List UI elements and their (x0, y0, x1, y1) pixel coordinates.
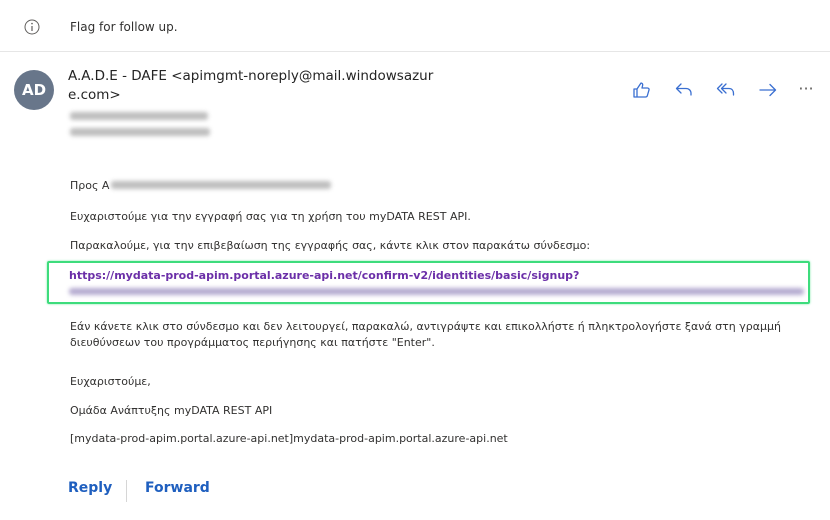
redacted-recipient-line-1 (70, 112, 208, 120)
greeting-line: Προς Α (70, 179, 109, 192)
thanks-text: Ευχαριστούμε, (70, 375, 151, 388)
reply-all-icon[interactable] (714, 78, 738, 102)
body-line-2: Παρακαλούμε, για την επιβεβαίωση της εγγ… (70, 239, 591, 252)
flag-bar: Flag for follow up. (0, 0, 830, 52)
body-line-1: Ευχαριστούμε για την εγγραφή σας για τη … (70, 210, 471, 223)
flag-text: Flag for follow up. (70, 20, 178, 34)
footer-link[interactable]: [mydata-prod-apim.portal.azure-api.net]m… (70, 432, 508, 445)
avatar[interactable]: AD (14, 70, 54, 110)
team-signature: Ομάδα Ανάπτυξης myDATA REST API (70, 404, 273, 417)
info-icon (23, 18, 41, 36)
greeting: Προς Α (70, 179, 110, 192)
sender-line-2: e.com> (68, 87, 121, 103)
message-actions: ··· (630, 78, 830, 102)
redacted-link-token (69, 288, 804, 295)
forward-icon[interactable] (756, 78, 780, 102)
reply-button[interactable]: Reply (68, 480, 112, 496)
forward-button[interactable]: Forward (145, 480, 210, 496)
footer-divider (126, 480, 127, 502)
more-options-icon[interactable]: ··· (794, 78, 818, 102)
confirmation-link-highlight: https://mydata-prod-apim.portal.azure-ap… (47, 261, 810, 304)
reply-icon[interactable] (672, 78, 696, 102)
confirmation-link[interactable]: https://mydata-prod-apim.portal.azure-ap… (69, 269, 579, 282)
thumbs-up-icon[interactable] (630, 78, 654, 102)
sender-line-1: A.A.D.E - DAFE <apimgmt-noreply@mail.win… (68, 68, 434, 84)
sender-address[interactable]: A.A.D.E - DAFE <apimgmt-noreply@mail.win… (68, 67, 458, 105)
redacted-recipient-line-2 (70, 128, 210, 136)
redacted-recipient-name (111, 181, 331, 189)
instructions-paragraph: Εάν κάνετε κλικ στο σύνδεσμο και δεν λει… (70, 320, 781, 349)
